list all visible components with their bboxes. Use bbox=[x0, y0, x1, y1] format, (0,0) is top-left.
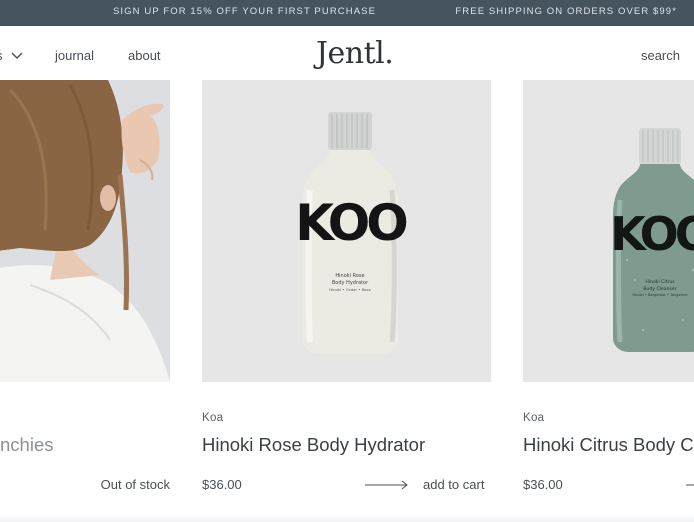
free-shipping-notice: FREE SHIPPING ON ORDERS OVER $99* bbox=[455, 6, 677, 17]
product-price: $36.00 bbox=[202, 477, 242, 492]
nav-about-link[interactable]: about bbox=[128, 48, 161, 63]
product-brand[interactable]: Koa bbox=[202, 412, 223, 424]
chevron-down-icon[interactable] bbox=[10, 51, 24, 60]
product-card-scrunchies-title-clip: nchies bbox=[0, 430, 170, 460]
bottle-label-line: Hinoki Citrus bbox=[645, 279, 675, 285]
add-to-cart-button[interactable]: add to cart bbox=[423, 477, 484, 492]
product-title[interactable]: Hinoki Citrus Body Cle bbox=[523, 434, 694, 456]
arrow-right-icon[interactable] bbox=[364, 479, 410, 491]
product-title[interactable]: nchies bbox=[0, 434, 53, 456]
bottle-wordmark: KOO bbox=[610, 207, 694, 261]
bottle-label-line: Hinoki • Cedar • Rose bbox=[329, 287, 371, 292]
site-logo[interactable]: Jentl. bbox=[316, 36, 394, 71]
product-image-hinoki-rose[interactable]: KOO Hinoki Rose Body Hydrator Hinoki • C… bbox=[202, 80, 491, 382]
page-divider bbox=[0, 514, 694, 522]
hydrator-bottle-photo: KOO Hinoki Rose Body Hydrator Hinoki • C… bbox=[202, 80, 491, 382]
search-link[interactable]: search bbox=[641, 48, 680, 63]
nav-shop-link[interactable]: s bbox=[0, 48, 3, 63]
product-image-scrunchies[interactable] bbox=[0, 80, 170, 382]
site-header: s journal about Jentl. search bbox=[0, 26, 694, 80]
cleanser-bottle-photo: KOO Hinoki Citrus Body Cleanser Hinoki •… bbox=[523, 80, 694, 382]
product-price: $36.00 bbox=[523, 477, 563, 492]
stock-status: Out of stock bbox=[100, 477, 170, 492]
announcement-bar: SIGN UP FOR 15% OFF YOUR FIRST PURCHASE … bbox=[0, 0, 694, 26]
product-title[interactable]: Hinoki Rose Body Hydrator bbox=[202, 434, 425, 456]
bottle-label-line: Hinoki Rose bbox=[335, 273, 364, 279]
product-brand[interactable]: Koa bbox=[523, 412, 544, 424]
arrow-right-icon[interactable] bbox=[686, 479, 694, 491]
signup-promo-link[interactable]: SIGN UP FOR 15% OFF YOUR FIRST PURCHASE bbox=[113, 6, 376, 17]
nav-journal-link[interactable]: journal bbox=[55, 48, 94, 63]
bottle-label-line: Body Cleanser bbox=[643, 286, 676, 292]
bottle-label-line: Hinoki • Bergamot • Tangerine bbox=[632, 293, 688, 297]
product-image-hinoki-citrus[interactable]: KOO Hinoki Citrus Body Cleanser Hinoki •… bbox=[523, 80, 694, 382]
product-card-citrus-title-clip: Hinoki Citrus Body Cle bbox=[523, 430, 694, 460]
bottle-label-line: Body Hydrator bbox=[332, 280, 369, 286]
woman-hair-photo bbox=[0, 80, 170, 382]
bottle-wordmark: KOO bbox=[295, 194, 406, 252]
